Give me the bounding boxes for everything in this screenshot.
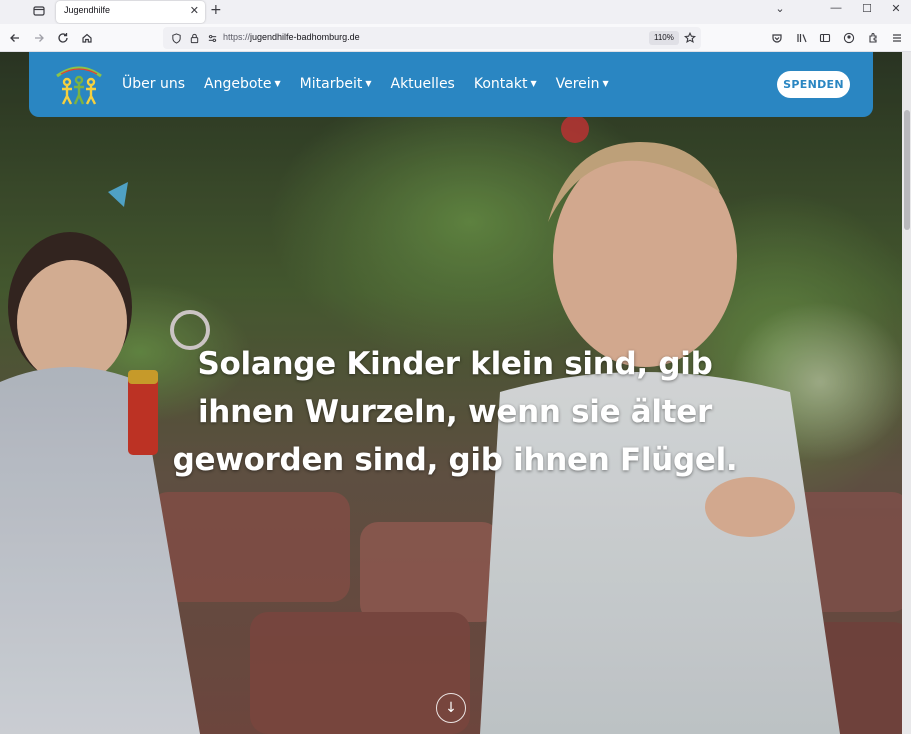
sidebar-icon[interactable] — [816, 29, 834, 47]
tab-list-icon[interactable] — [28, 2, 50, 20]
pocket-icon[interactable] — [768, 29, 786, 47]
menu-item-label: Über uns — [122, 76, 185, 92]
menu-item-kontakt[interactable]: Kontakt ▼ — [474, 76, 537, 92]
main-menu: Über uns Angebote ▼ Mitarbeit ▼ Aktuelles … — [122, 76, 628, 92]
url-scheme: https:// — [223, 32, 251, 42]
menu-hamburger-icon[interactable] — [888, 29, 906, 47]
extensions-icon[interactable] — [864, 29, 882, 47]
browser-tab-bar: Jugendhilfe ✕ + ⌄ — ☐ ✕ — [0, 0, 911, 24]
menu-item-label: Aktuelles — [390, 76, 455, 92]
page-scrollbar[interactable] — [902, 52, 911, 734]
bookmark-star-icon[interactable] — [681, 29, 699, 47]
donate-button[interactable]: SPENDEN — [777, 71, 850, 98]
permissions-icon[interactable] — [203, 29, 221, 47]
lock-icon[interactable] — [185, 29, 203, 47]
jugendhilfe-logo[interactable] — [51, 58, 107, 110]
close-window-button[interactable]: ✕ — [882, 2, 910, 15]
url-bar[interactable]: https://jugendhilfe-badhomburg.de 110% — [163, 27, 701, 49]
maximize-button[interactable]: ☐ — [853, 2, 881, 15]
caret-down-icon: ▼ — [530, 79, 537, 88]
menu-item-verein[interactable]: Verein ▼ — [556, 76, 609, 92]
caret-down-icon: ▼ — [365, 79, 372, 88]
library-icon[interactable] — [793, 29, 811, 47]
tab-overflow-chevron-icon[interactable]: ⌄ — [766, 2, 794, 15]
menu-item-aktuelles[interactable]: Aktuelles — [391, 76, 455, 92]
reload-icon[interactable] — [54, 29, 72, 47]
menu-item-label: Verein — [555, 76, 600, 92]
tab-close-icon[interactable]: ✕ — [190, 4, 199, 17]
zoom-level-badge[interactable]: 110% — [649, 31, 679, 45]
back-icon[interactable] — [6, 29, 24, 47]
home-icon[interactable] — [78, 29, 96, 47]
menu-item-label: Kontakt — [473, 76, 528, 92]
browser-tab-active[interactable]: Jugendhilfe ✕ — [56, 1, 205, 23]
web-page: Über uns Angebote ▼ Mitarbeit ▼ Aktuelles … — [0, 52, 911, 734]
menu-item-label: Angebote — [204, 76, 272, 92]
site-header-nav: Über uns Angebote ▼ Mitarbeit ▼ Aktuelles … — [29, 52, 873, 117]
menu-item-mitarbeit[interactable]: Mitarbeit ▼ — [300, 76, 372, 92]
tracking-shield-icon[interactable] — [167, 29, 185, 47]
scroll-down-arrow-icon[interactable]: ↓ — [436, 693, 466, 723]
scrollbar-thumb[interactable] — [904, 110, 910, 230]
url-host: jugendhilfe-badhomburg.de — [250, 32, 360, 42]
new-tab-button[interactable]: + — [210, 2, 222, 18]
caret-down-icon: ▼ — [602, 79, 609, 88]
tab-title: Jugendhilfe — [64, 5, 111, 15]
minimize-button[interactable]: — — [822, 2, 850, 14]
hero-headline: Solange Kinder klein sind, gib ihnen Wur… — [172, 346, 738, 478]
menu-item-angebote[interactable]: Angebote ▼ — [204, 76, 281, 92]
menu-item-ueber-uns[interactable]: Über uns — [122, 76, 185, 92]
caret-down-icon: ▼ — [274, 79, 281, 88]
account-icon[interactable] — [840, 29, 858, 47]
forward-icon[interactable] — [30, 29, 48, 47]
browser-nav-bar: https://jugendhilfe-badhomburg.de 110% — [0, 24, 911, 52]
url-text: https://jugendhilfe-badhomburg.de — [223, 32, 360, 42]
menu-item-label: Mitarbeit — [299, 76, 363, 92]
